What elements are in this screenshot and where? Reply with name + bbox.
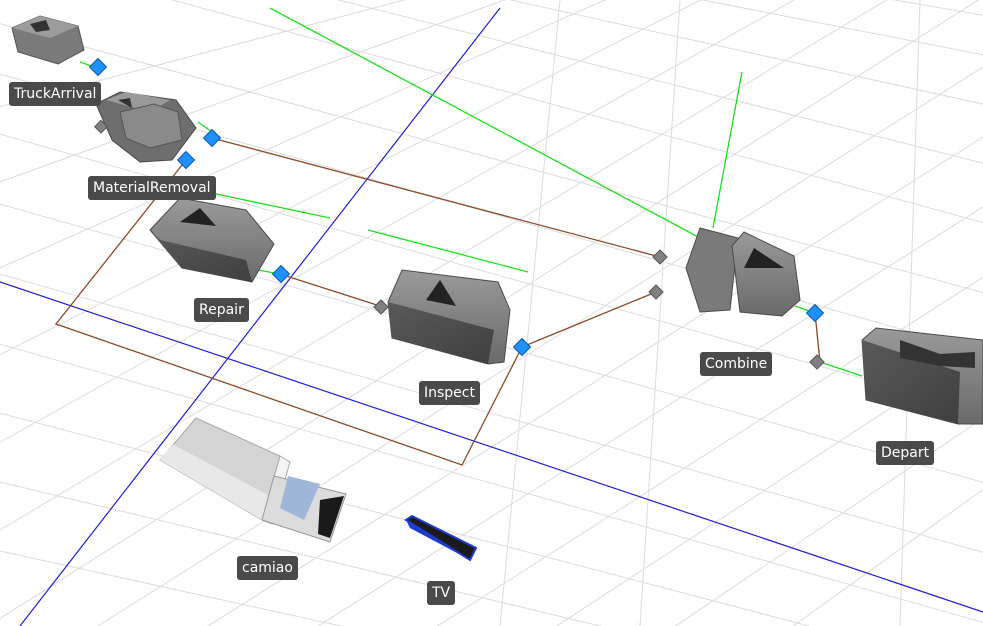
inspect-output-port[interactable] [512,337,532,357]
inspect-object[interactable] [387,269,511,365]
tv-object[interactable] [404,514,478,562]
combine-label[interactable]: Combine [700,352,773,376]
combine-output-port[interactable] [805,303,825,323]
truckarrival-label[interactable]: TruckArrival [9,82,102,106]
truckarrival-object[interactable] [11,15,85,65]
inspect-label[interactable]: Inspect [419,381,480,405]
truckarrival-output-port[interactable] [88,57,108,77]
inspect-input-port[interactable] [373,299,389,315]
materialremoval-output-port-2[interactable] [176,150,196,170]
combine-object[interactable] [685,227,801,317]
tv-label[interactable]: TV [427,581,456,605]
camiao-label[interactable]: camiao [237,556,298,580]
3d-view-canvas[interactable] [0,0,983,626]
camiao-object[interactable] [159,417,347,543]
materialremoval-object[interactable] [95,91,197,163]
repair-output-port[interactable] [271,264,291,284]
materialremoval-label[interactable]: MaterialRemoval [88,176,216,200]
repair-label[interactable]: Repair [194,298,249,322]
depart-object[interactable] [861,327,983,425]
depart-label[interactable]: Depart [876,441,935,465]
